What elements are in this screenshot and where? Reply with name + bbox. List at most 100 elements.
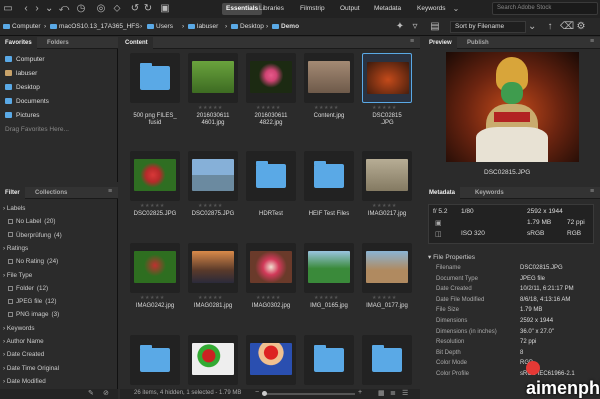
rating-stars[interactable]: ★★★★★ (372, 105, 397, 111)
thumbnail-item[interactable]: HEIF Test Files (304, 151, 354, 219)
tab-libraries[interactable]: Libraries (255, 3, 288, 15)
refine-icon[interactable]: ⬦ (112, 2, 122, 16)
metadata-value[interactable]: DSC02815.JPG (520, 264, 563, 273)
metadata-value[interactable]: JPEG file (520, 275, 545, 284)
panel-menu-icon[interactable]: ≡ (410, 38, 414, 45)
tab-preview[interactable]: Preview (424, 37, 457, 49)
thumbnail-item[interactable]: ★★★★★ 2016030611 4601.jpg (188, 53, 238, 126)
rating-stars[interactable]: ★★★★★ (372, 203, 397, 209)
thumbnail-item[interactable]: ★★★★★ DSC02825.JPG (130, 151, 180, 219)
filter-category[interactable]: › Labels (3, 204, 25, 214)
thumbnail-item[interactable] (246, 335, 296, 389)
thumbnail-frame[interactable] (130, 243, 180, 293)
thumbnail-frame[interactable] (246, 335, 296, 385)
get-photos-icon[interactable]: ✦ (395, 20, 405, 34)
favorite-pictures[interactable]: Pictures (5, 111, 39, 121)
thumbnail-frame[interactable] (188, 243, 238, 293)
favorite-documents[interactable]: Documents (5, 97, 49, 107)
thumbnail-item[interactable]: ★★★★★ IMAG0281.jpg (188, 243, 238, 311)
new-folder-icon[interactable]: ▤ (430, 20, 440, 34)
breadcrumb-computer[interactable]: Computer (3, 22, 41, 32)
filter-item[interactable]: Überprüfung (4) (8, 231, 62, 241)
thumbnail-item[interactable]: HDRTest (246, 151, 296, 219)
checkbox[interactable] (8, 298, 13, 304)
thumbnail-frame[interactable] (130, 335, 180, 385)
checkbox[interactable] (8, 259, 13, 265)
thumbnail-item[interactable] (304, 335, 354, 389)
thumbnail-item[interactable]: ★★★★★ DSC02875.JPG (188, 151, 238, 219)
dropdown-icon[interactable]: ⌄ (45, 2, 53, 16)
rating-stars[interactable]: ★★★★★ (198, 203, 223, 209)
file-properties-header[interactable]: ▾ File Properties (428, 253, 475, 261)
checkbox[interactable] (8, 285, 13, 291)
thumbnail-frame[interactable] (188, 53, 238, 103)
breadcrumb-desktop[interactable]: Desktop (231, 22, 264, 32)
rating-stars[interactable]: ★★★★★ (256, 105, 281, 111)
thumbnail-item[interactable] (130, 335, 180, 389)
metadata-value[interactable]: 2592 x 1944 (520, 317, 553, 326)
thumbnail-item[interactable]: ★★★★★ IMAG_0177.jpg (362, 243, 412, 311)
tab-publish[interactable]: Publish (462, 37, 494, 49)
settings-icon[interactable]: ⚙ (576, 20, 586, 34)
checkbox[interactable] (8, 219, 13, 225)
breadcrumb-demo[interactable]: Demo (272, 22, 299, 32)
thumbnail-item[interactable]: ★★★★★ DSC02815 .JPG (362, 53, 412, 126)
thumbnail-frame[interactable] (246, 243, 296, 293)
filter-category[interactable]: › Date Created (3, 350, 44, 360)
checkbox[interactable] (8, 232, 13, 238)
rating-stars[interactable]: ★★★★★ (198, 105, 223, 111)
filter-category[interactable]: › Ratings (3, 244, 28, 254)
metadata-value[interactable]: 8/6/18, 4:13:16 AM (520, 296, 570, 305)
back-icon[interactable]: ‹ (22, 2, 30, 16)
panel-menu-icon[interactable]: ≡ (590, 38, 594, 45)
thumbnail-item[interactable] (362, 335, 412, 389)
breadcrumb-labuser[interactable]: labuser (188, 22, 218, 32)
breadcrumb-users[interactable]: Users (147, 22, 173, 32)
zoom-out-icon[interactable]: − (255, 389, 259, 396)
filter-icon[interactable]: ▿ (410, 20, 420, 34)
thumbnail-item[interactable]: ★★★★★ IMAG0217.jpg (362, 151, 412, 219)
filter-category[interactable]: › Date Modified (3, 377, 46, 387)
thumbnail-frame[interactable] (246, 53, 296, 103)
sidebar-toggle-icon[interactable]: ▭ (3, 2, 13, 16)
thumbnail-frame[interactable] (130, 53, 180, 103)
filter-item[interactable]: PNG image (3) (8, 310, 59, 320)
search-input[interactable]: Search Adobe Stock (492, 2, 598, 15)
rating-stars[interactable]: ★★★★★ (198, 295, 223, 301)
tab-keywords-panel[interactable]: Keywords (470, 187, 509, 199)
thumbnail-frame[interactable] (304, 335, 354, 385)
camera-icon[interactable]: ◎ (95, 2, 107, 16)
pin-icon[interactable]: ✎ (88, 389, 94, 397)
rating-stars[interactable]: ★★★★★ (256, 295, 281, 301)
slider-thumb[interactable] (262, 391, 267, 396)
clear-filter-icon[interactable]: ⊘ (103, 389, 109, 397)
metadata-value[interactable]: 8 (520, 349, 523, 358)
thumbnail-frame[interactable] (130, 151, 180, 201)
tab-collections[interactable]: Collections (30, 187, 72, 199)
thumbnail-item[interactable]: ★★★★★ Content.jpg (304, 53, 354, 121)
workspace-menu-icon[interactable]: ⌄ (452, 2, 460, 16)
rating-stars[interactable]: ★★★★★ (314, 105, 339, 111)
thumbnail-frame[interactable] (304, 243, 354, 293)
thumbnail-frame[interactable] (188, 335, 238, 385)
panel-menu-icon[interactable]: ≡ (590, 188, 594, 195)
tab-metadata[interactable]: Metadata (370, 3, 405, 15)
zoom-in-icon[interactable]: + (358, 389, 362, 396)
filter-item[interactable]: Folder (12) (8, 284, 48, 294)
forward-icon[interactable]: › (33, 2, 41, 16)
tab-folders[interactable]: Folders (42, 37, 74, 49)
details-view-icon[interactable]: ☰ (402, 389, 408, 397)
rating-stars[interactable]: ★★★★★ (372, 295, 397, 301)
thumbnail-item[interactable]: ★★★★★ IMAG0242.jpg (130, 243, 180, 311)
tab-filmstrip[interactable]: Filmstrip (296, 3, 329, 15)
sort-ascending-icon[interactable]: ↑ (545, 20, 555, 34)
tab-filter[interactable]: Filter (0, 187, 25, 199)
rating-stars[interactable]: ★★★★★ (314, 295, 339, 301)
sort-select[interactable]: Sort by Filename (450, 21, 526, 33)
metadata-value[interactable]: 72 ppi (520, 338, 536, 347)
filter-category[interactable]: › Date Time Original (3, 364, 59, 374)
tab-content[interactable]: Content (120, 37, 153, 49)
list-view-icon[interactable]: ≣ (390, 389, 396, 397)
thumbnail-frame[interactable] (362, 53, 412, 103)
thumbnail-item[interactable]: ★★★★★ IMAG0302.jpg (246, 243, 296, 311)
